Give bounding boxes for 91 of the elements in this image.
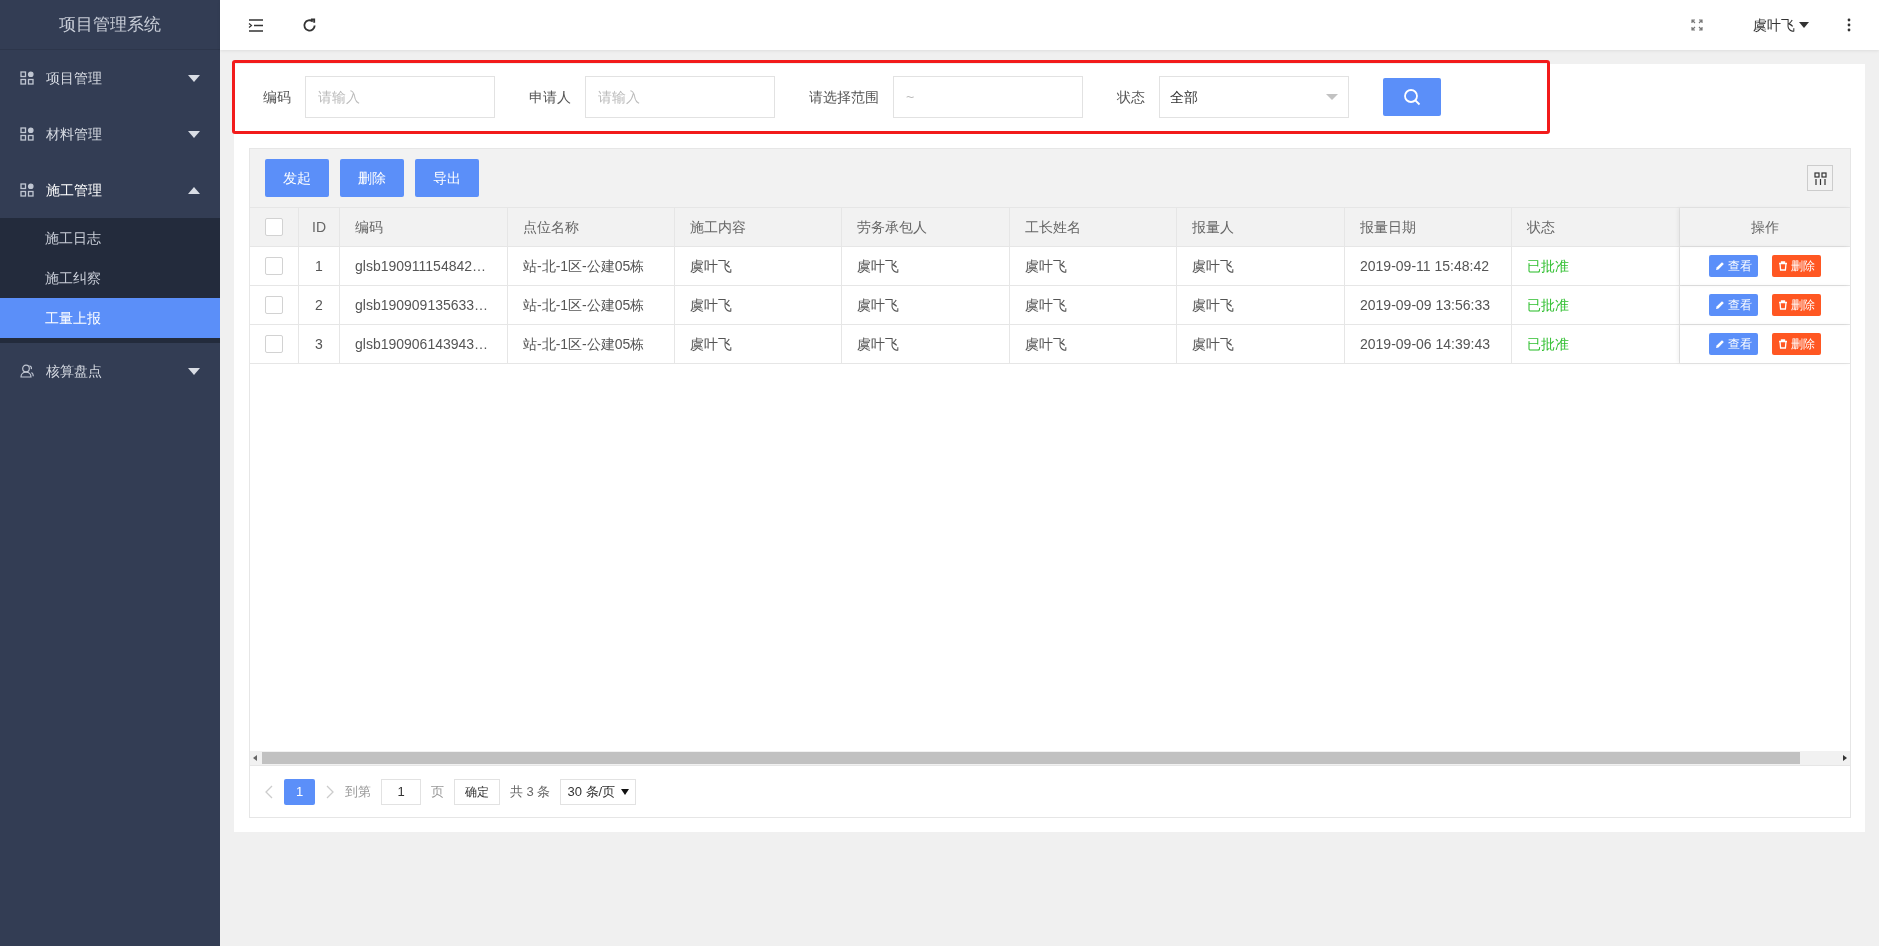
- input-field[interactable]: 请输入: [585, 76, 775, 118]
- status-text: 已批准: [1527, 256, 1569, 276]
- caret-icon: [1326, 94, 1338, 100]
- menu-fold-icon[interactable]: [248, 18, 264, 32]
- goto-label: 到第: [345, 782, 371, 801]
- status-text: 已批准: [1527, 295, 1569, 315]
- status-select[interactable]: 全部: [1159, 76, 1349, 118]
- pencil-icon: [1715, 300, 1725, 310]
- column-header: ID: [312, 217, 326, 237]
- grid-icon: [20, 127, 34, 141]
- caret-icon: [1799, 22, 1809, 28]
- table-cell-text: 虞叶飞: [1192, 295, 1234, 315]
- table-cell-text: 3: [315, 334, 323, 354]
- confirm-button[interactable]: 确定: [454, 778, 500, 805]
- table-cell-text: 2019-09-11 15:48:42: [1360, 256, 1489, 276]
- table-cell-text: 虞叶飞: [1025, 295, 1067, 315]
- menu-item[interactable]: 项目管理: [0, 50, 220, 106]
- table-cell-text: 虞叶飞: [690, 334, 732, 354]
- row-checkbox[interactable]: [265, 257, 283, 275]
- table-cell-text: glsb190909135633…: [355, 295, 489, 315]
- column-header: 工长姓名: [1025, 217, 1081, 237]
- table-cell-text: glsb190911154842…: [355, 256, 487, 276]
- table-cell-text: 虞叶飞: [1025, 334, 1067, 354]
- column-header: 状态: [1527, 217, 1555, 237]
- user-name[interactable]: 虞叶飞: [1753, 14, 1795, 36]
- scrollbar-thumb[interactable]: [262, 752, 1800, 764]
- chevron-left-icon[interactable]: [264, 784, 274, 799]
- table-cell-text: 虞叶飞: [857, 334, 899, 354]
- status-text: 已批准: [1527, 334, 1569, 354]
- grid-icon: [20, 183, 34, 197]
- submenu-item[interactable]: 施工日志: [0, 218, 220, 258]
- table-cell-text: 2: [315, 295, 323, 315]
- column-header: 报量日期: [1360, 217, 1416, 237]
- filter-label: 请选择范围: [809, 87, 879, 107]
- table-cell-text: 1: [315, 256, 323, 276]
- table-cell-text: 虞叶飞: [690, 295, 732, 315]
- table-cell-text: 站-北-1区-公建05栋: [523, 256, 645, 276]
- fullscreen-icon[interactable]: [1691, 19, 1703, 31]
- page-unit: 页: [431, 782, 444, 801]
- input-field[interactable]: 请输入: [305, 76, 495, 118]
- caret-icon: [188, 130, 200, 138]
- table-cell-text: 站-北-1区-公建05栋: [523, 295, 645, 315]
- menu-item[interactable]: 核算盘点: [0, 343, 220, 399]
- more-icon[interactable]: [1847, 18, 1851, 32]
- table-cell-text: 2019-09-09 13:56:33: [1360, 295, 1490, 315]
- row-checkbox[interactable]: [265, 296, 283, 314]
- trash-icon: [1778, 300, 1788, 310]
- refresh-icon[interactable]: [302, 17, 317, 33]
- select-all-checkbox[interactable]: [265, 218, 283, 236]
- caret-icon: [188, 186, 200, 194]
- table-cell-text: 虞叶飞: [857, 295, 899, 315]
- caret-icon: [621, 788, 630, 795]
- table-cell-text: 虞叶飞: [1192, 334, 1234, 354]
- grid-icon: [20, 71, 34, 85]
- pencil-icon: [1715, 261, 1725, 271]
- columns-icon: [1813, 171, 1827, 185]
- column-header: 点位名称: [523, 217, 579, 237]
- table-cell-text: glsb190906143943…: [355, 334, 489, 354]
- caret-icon: [188, 74, 200, 82]
- pencil-icon: [1715, 339, 1725, 349]
- trash-icon: [1778, 339, 1788, 349]
- table-cell-text: 2019-09-06 14:39:43: [1360, 334, 1490, 354]
- page-input[interactable]: 1: [381, 778, 421, 805]
- row-checkbox[interactable]: [265, 335, 283, 353]
- user-icon: [20, 364, 34, 378]
- columns-toggle[interactable]: [1807, 165, 1833, 191]
- filter-label: 编码: [263, 87, 291, 107]
- table-cell-text: 虞叶飞: [690, 256, 732, 276]
- range-field[interactable]: ~: [893, 76, 1083, 118]
- search-button[interactable]: [1383, 78, 1441, 116]
- trash-icon: [1778, 261, 1788, 271]
- caret-icon: [188, 367, 200, 375]
- table-cell-text: 虞叶飞: [1192, 256, 1234, 276]
- column-header: 劳务承包人: [857, 217, 927, 237]
- table-cell-text: 站-北-1区-公建05栋: [523, 334, 645, 354]
- column-header: 报量人: [1192, 217, 1234, 237]
- column-header: 操作: [1751, 217, 1779, 237]
- menu-item[interactable]: 施工管理: [0, 162, 220, 218]
- horizontal-scrollbar[interactable]: [250, 751, 1850, 765]
- column-header: 编码: [355, 217, 383, 237]
- search-icon: [1403, 88, 1421, 106]
- page-size-select[interactable]: 30 条/页: [560, 778, 637, 805]
- table-cell-text: 虞叶飞: [857, 256, 899, 276]
- total-count: 共 3 条: [510, 782, 551, 801]
- filter-label: 申请人: [529, 87, 571, 107]
- submenu-item[interactable]: 施工纠察: [0, 258, 220, 298]
- chevron-right-icon[interactable]: [325, 784, 335, 799]
- menu-item[interactable]: 材料管理: [0, 106, 220, 162]
- column-header: 施工内容: [690, 217, 746, 237]
- table-cell-text: 虞叶飞: [1025, 256, 1067, 276]
- filter-label: 状态: [1117, 87, 1145, 107]
